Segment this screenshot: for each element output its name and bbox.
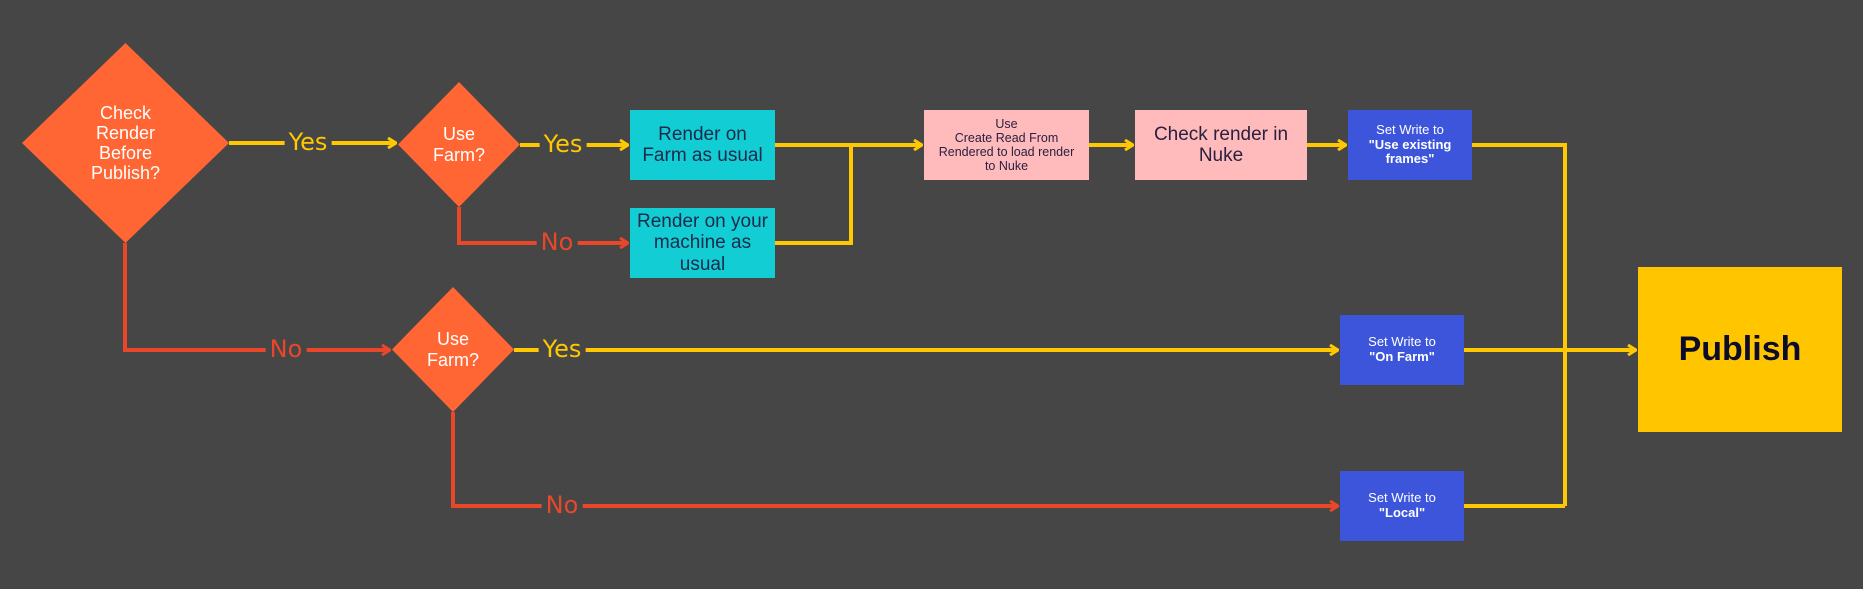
box-text-line: Farm as usual: [642, 145, 763, 166]
decision-text-line: Publish?: [90, 163, 161, 184]
publish-label: Publish: [1678, 330, 1802, 368]
decision-text-line: Before: [98, 143, 153, 163]
box-set-write-on-farm[interactable]: Set Write to "On Farm": [1340, 315, 1464, 385]
box-set-write-use-existing-frames[interactable]: Set Write to "Use existing frames": [1348, 110, 1472, 180]
box-render-on-machine[interactable]: Render on your machine as usual: [630, 208, 775, 278]
box-text-line: Create Read From: [954, 131, 1059, 145]
box-text-line: Set Write to: [1368, 490, 1436, 506]
box-text-line: to Nuke: [984, 159, 1029, 173]
decision-check-render-before-publish[interactable]: Check Render Before Publish?: [22, 43, 229, 243]
decision-use-farm-top[interactable]: Use Farm?: [398, 82, 520, 207]
edge-label-d3-no: No: [541, 493, 583, 517]
edge-d1-no: [123, 243, 390, 350]
box-text-line: Render on: [658, 123, 747, 145]
connector-lines: [123, 0, 1863, 589]
edge-write-existing-out: [1472, 143, 1567, 506]
box-text-line: machine as: [653, 232, 752, 254]
edge-d3-no: [451, 412, 1338, 506]
edge-render-local-out: [775, 145, 853, 245]
decision-text-line: Use: [436, 329, 469, 350]
box-text-line: Set Write to: [1368, 334, 1436, 350]
decision-text-line: Use: [442, 124, 475, 145]
edge-label-d1-no: No: [265, 337, 307, 361]
box-text-line: Use: [995, 117, 1018, 131]
box-text-line: Nuke: [1198, 145, 1244, 166]
edge-label-d2-no: No: [536, 230, 578, 254]
box-text-line-bold: "Local": [1378, 505, 1426, 520]
box-check-render-in-nuke[interactable]: Check render in Nuke: [1135, 110, 1307, 180]
box-text-line-bold: "On Farm": [1369, 349, 1435, 364]
box-create-read-from-rendered[interactable]: Use Create Read From Rendered to load re…: [924, 110, 1089, 180]
box-text-line: Rendered to load render: [938, 145, 1075, 159]
decision-text-line: Check: [99, 102, 152, 123]
edge-label-d3-yes: Yes: [538, 337, 586, 361]
box-set-write-local[interactable]: Set Write to "Local": [1340, 471, 1464, 541]
decision-use-farm-bottom[interactable]: Use Farm?: [392, 287, 514, 412]
decision-text-line: Farm?: [432, 144, 485, 165]
decision-text-line: Farm?: [426, 349, 479, 370]
decision-text-line: Render: [95, 122, 156, 143]
edge-label-d1-yes: Yes: [284, 130, 332, 154]
box-text-line: Set Write to: [1376, 121, 1444, 137]
box-text-line: Render on your: [637, 211, 768, 233]
box-text-line: usual: [679, 253, 726, 275]
edge-label-d2-yes: Yes: [539, 132, 587, 156]
box-text-line: Check render in: [1153, 123, 1289, 145]
box-text-line-bold: frames": [1385, 151, 1435, 167]
box-render-on-farm[interactable]: Render on Farm as usual: [630, 110, 775, 180]
box-text-line-bold: "Use existing: [1368, 136, 1452, 152]
box-publish[interactable]: Publish: [1638, 267, 1842, 432]
